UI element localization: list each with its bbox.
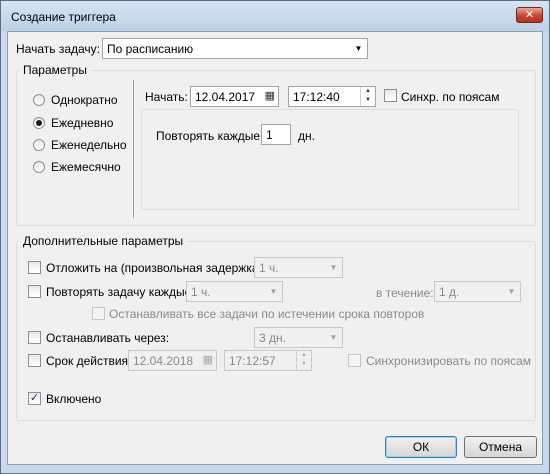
- sync-timezones-label: Синхр. по поясам: [401, 90, 500, 104]
- trigger-select-value: По расписанию: [107, 42, 194, 56]
- spin-up-icon[interactable]: ▲: [361, 87, 375, 96]
- ok-button[interactable]: ОК: [385, 436, 457, 458]
- repeat-every-value: 1: [266, 128, 273, 142]
- advanced-group-title: Дополнительные параметры: [20, 234, 187, 248]
- delay-checkbox[interactable]: [28, 261, 41, 274]
- parameters-divider: [133, 80, 134, 218]
- stop-after-value: 3 дн.: [259, 331, 286, 345]
- stop-all-label: Останавливать все задачи по истечении ср…: [109, 307, 425, 321]
- stop-after-checkbox[interactable]: [28, 331, 41, 344]
- expire-date-picker[interactable]: 12.04.2018 ▦: [128, 350, 217, 371]
- close-icon: ✕: [524, 9, 535, 21]
- enabled-label: Включено: [46, 392, 102, 406]
- stop-after-select[interactable]: 3 дн. ▼: [254, 327, 343, 348]
- repeat-every-unit: дн.: [298, 129, 315, 143]
- radio-daily-label: Ежедневно: [51, 116, 114, 130]
- window-title: Создание триггера: [11, 10, 116, 24]
- radio-weekly[interactable]: [33, 139, 45, 151]
- repeat-every-label: Повторять каждые:: [156, 129, 264, 143]
- delay-label: Отложить на (произвольная задержка):: [46, 261, 266, 275]
- radio-daily[interactable]: [33, 117, 45, 129]
- chevron-down-icon: ▼: [329, 333, 338, 342]
- trigger-label: Начать задачу:: [16, 42, 100, 56]
- stop-after-label: Останавливать через:: [46, 331, 170, 345]
- repeat-duration-value: 1 д.: [439, 285, 460, 299]
- recurrence-panel: [141, 109, 519, 210]
- spin-down-icon[interactable]: ▼: [361, 96, 375, 105]
- cancel-button[interactable]: Отмена: [464, 436, 537, 458]
- radio-once[interactable]: [33, 94, 45, 106]
- radio-monthly[interactable]: [33, 161, 45, 173]
- delay-select[interactable]: 1 ч. ▼: [254, 257, 343, 278]
- expire-label: Срок действия:: [46, 354, 132, 368]
- trigger-select[interactable]: По расписанию ▼: [102, 38, 368, 59]
- calendar-icon[interactable]: ▦: [265, 89, 275, 102]
- dialog-window: Создание триггера ✕ Начать задачу: По ра…: [0, 0, 550, 474]
- sync-timezones-checkbox[interactable]: [384, 89, 397, 102]
- dialog-body: Начать задачу: По расписанию ▼ Параметры…: [7, 31, 543, 465]
- stop-all-checkbox[interactable]: [92, 307, 105, 320]
- expire-time-spinner[interactable]: ▲ ▼: [296, 351, 311, 370]
- start-label: Начать:: [145, 90, 188, 104]
- expire-date-value: 12.04.2018: [133, 354, 194, 368]
- expire-time-value: 17:12:57: [229, 354, 276, 368]
- expire-time-field[interactable]: 17:12:57 ▲ ▼: [224, 350, 312, 371]
- repeat-task-select-value: 1 ч.: [191, 285, 211, 299]
- start-time-spinner[interactable]: ▲ ▼: [360, 87, 375, 106]
- chevron-down-icon: ▼: [269, 287, 278, 296]
- repeat-every-input[interactable]: 1: [261, 124, 291, 145]
- radio-monthly-label: Ежемесячно: [51, 160, 121, 174]
- start-time-field[interactable]: 17:12:40 ▲ ▼: [288, 86, 376, 107]
- radio-weekly-label: Еженедельно: [51, 138, 127, 152]
- repeat-task-select[interactable]: 1 ч. ▼: [186, 281, 283, 302]
- chevron-down-icon: ▼: [354, 44, 363, 53]
- repeat-duration-select[interactable]: 1 д. ▼: [434, 281, 521, 302]
- start-date-value: 12.04.2017: [195, 90, 256, 104]
- expire-checkbox[interactable]: [28, 354, 41, 367]
- delay-select-value: 1 ч.: [259, 261, 279, 275]
- spin-up-icon[interactable]: ▲: [297, 351, 311, 360]
- repeat-task-checkbox[interactable]: [28, 285, 41, 298]
- parameters-group-title: Параметры: [20, 63, 90, 77]
- repeat-task-label: Повторять задачу каждые:: [46, 285, 195, 299]
- expire-sync-checkbox[interactable]: [348, 354, 361, 367]
- calendar-icon[interactable]: ▦: [203, 353, 213, 366]
- spin-down-icon[interactable]: ▼: [297, 360, 311, 369]
- title-bar[interactable]: Создание триггера ✕: [1, 1, 549, 31]
- start-time-value: 17:12:40: [293, 90, 340, 104]
- chevron-down-icon: ▼: [507, 287, 516, 296]
- repeat-duration-label: в течение:: [376, 286, 434, 300]
- chevron-down-icon: ▼: [329, 263, 338, 272]
- expire-sync-label: Синхронизировать по поясам: [366, 354, 532, 368]
- enabled-checkbox[interactable]: ✓: [28, 392, 41, 405]
- start-date-picker[interactable]: 12.04.2017 ▦: [190, 86, 279, 107]
- checkmark-icon: ✓: [29, 392, 40, 404]
- radio-once-label: Однократно: [51, 93, 118, 107]
- close-button[interactable]: ✕: [516, 7, 543, 23]
